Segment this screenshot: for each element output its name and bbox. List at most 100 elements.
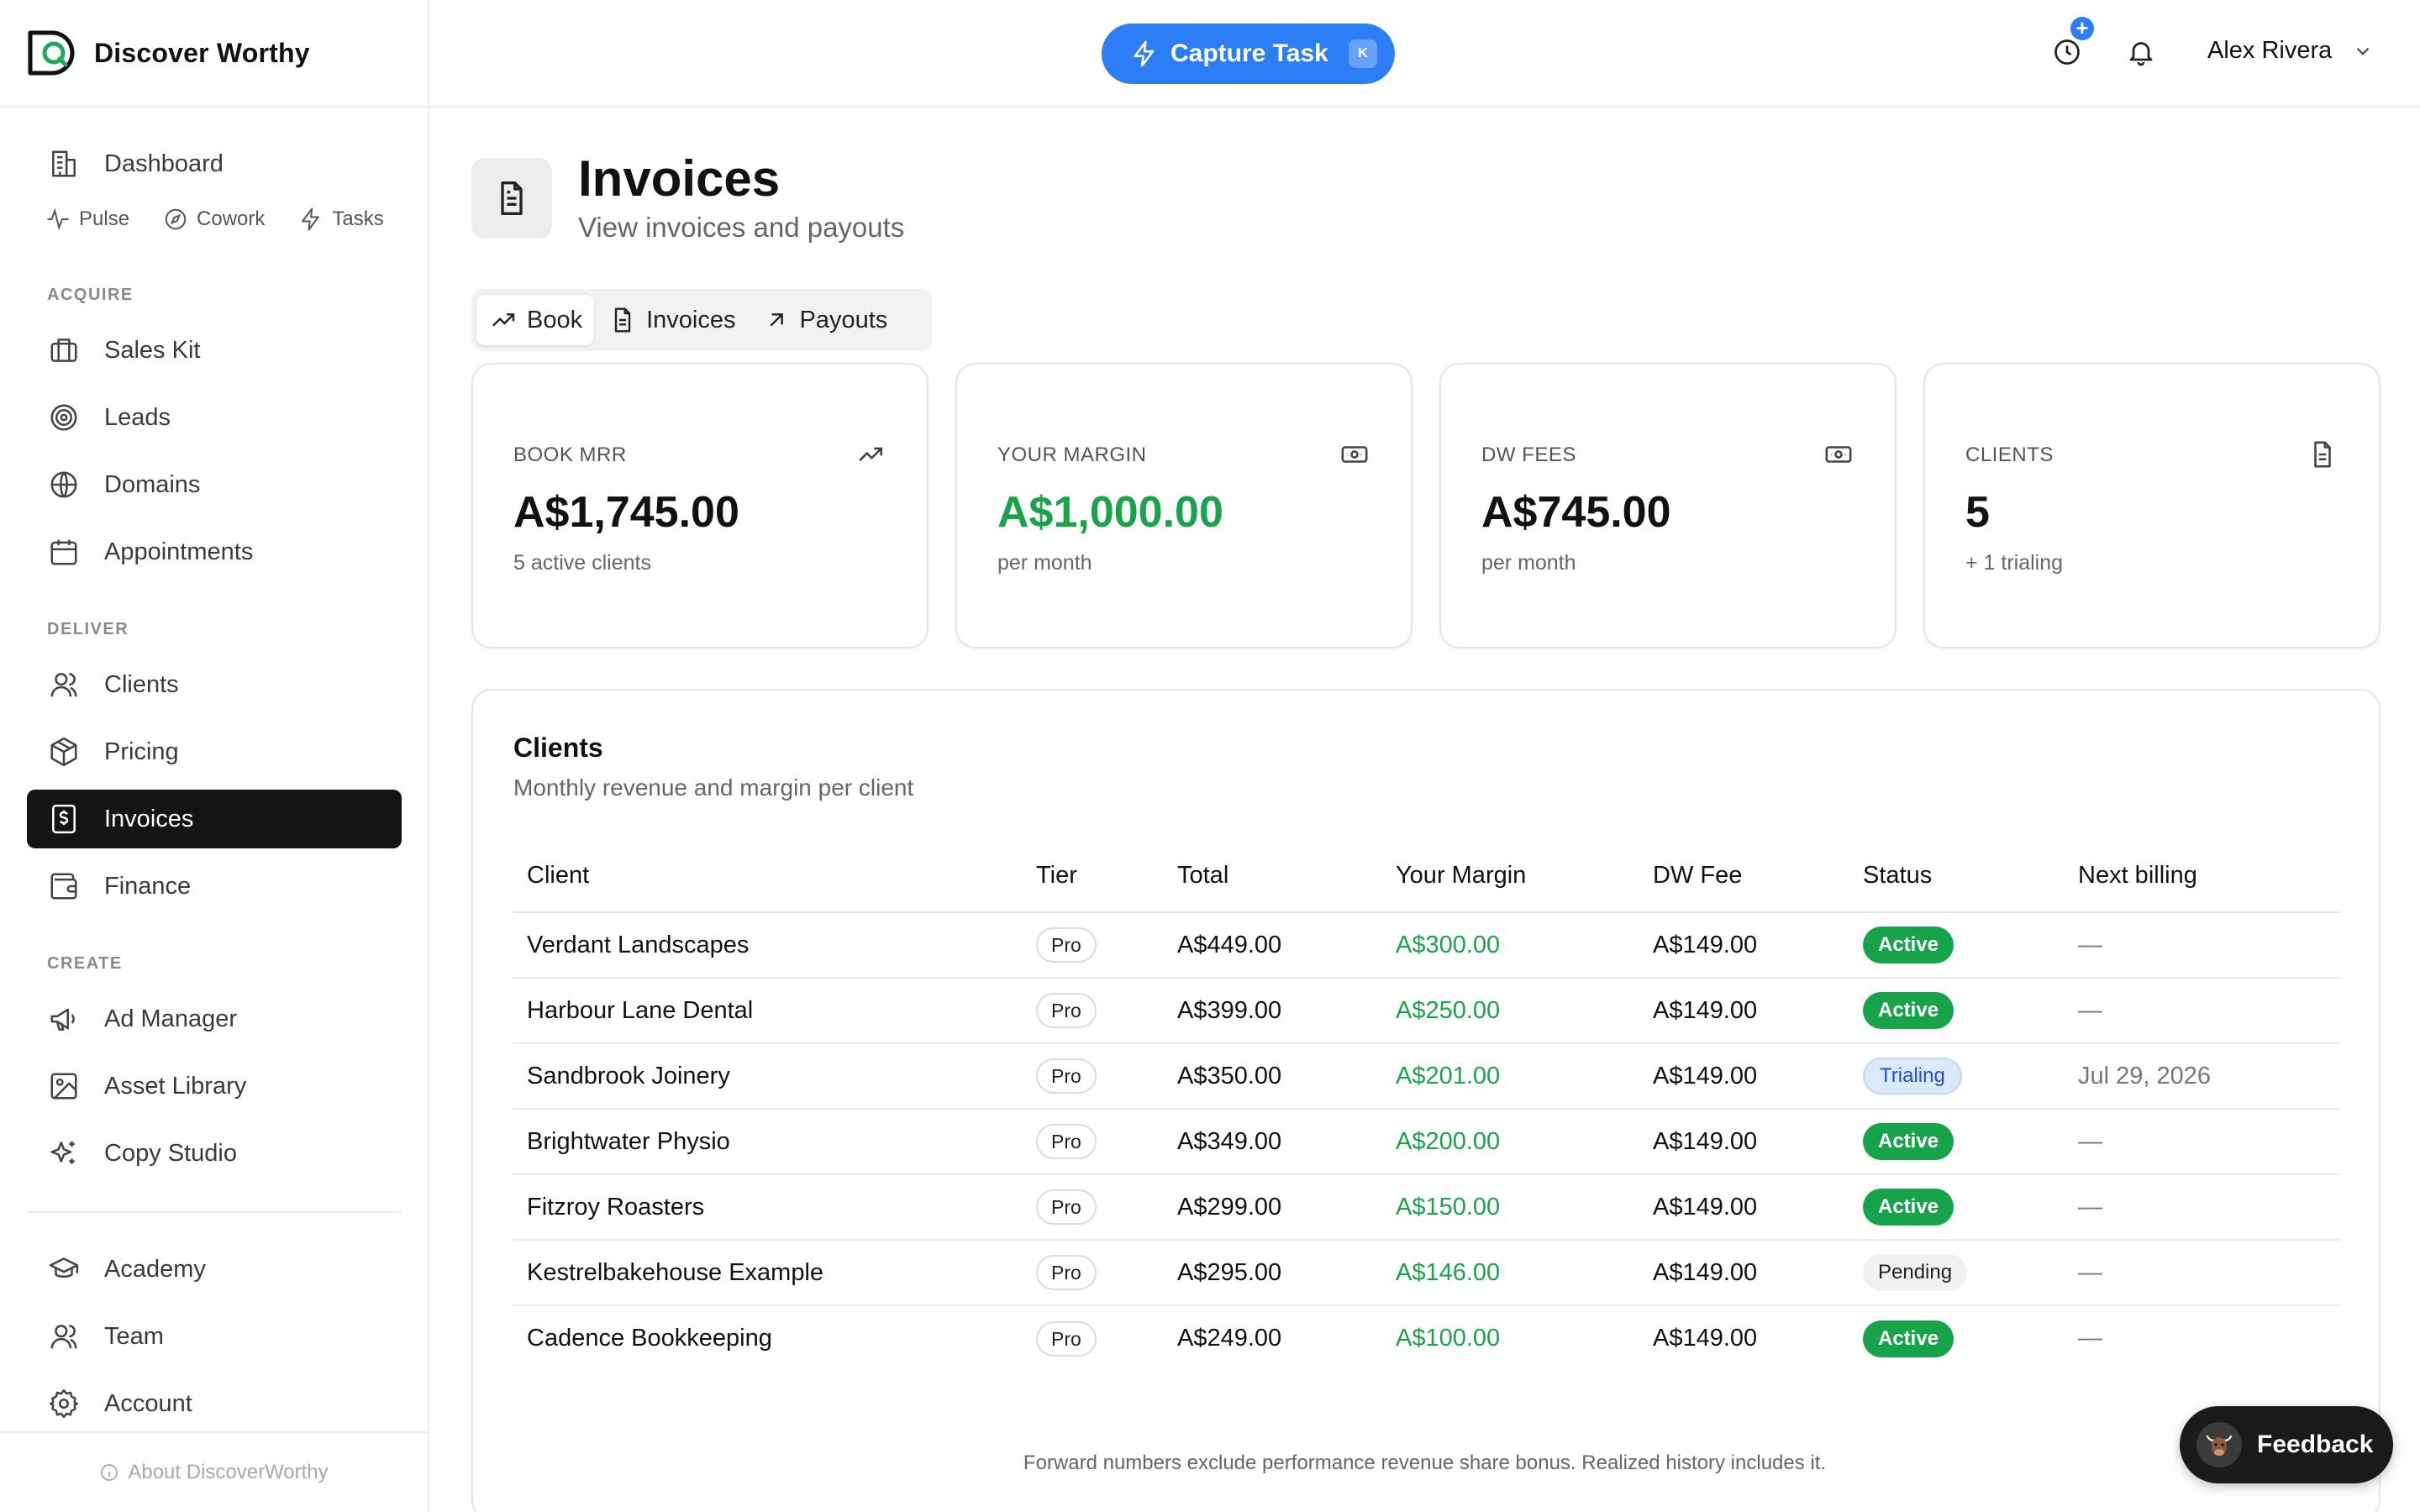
tab-payouts[interactable]: Payouts bbox=[750, 295, 900, 345]
total-cell: A$449.00 bbox=[1177, 912, 1396, 979]
sidebar-item-finance[interactable]: Finance bbox=[27, 857, 402, 916]
image-icon bbox=[47, 1069, 81, 1103]
stat-label: YOUR MARGIN bbox=[997, 444, 1147, 466]
clients-card-title: Clients bbox=[513, 732, 603, 763]
sidebar-item-appointments[interactable]: Appointments bbox=[27, 522, 402, 581]
tab-label: Book bbox=[527, 306, 583, 333]
quick-link-pulse[interactable]: Pulse bbox=[45, 207, 129, 232]
column-header-your-margin[interactable]: Your Margin bbox=[1396, 840, 1653, 913]
status-badge: Pending bbox=[1863, 1254, 1968, 1291]
section-label-create: CREATE bbox=[47, 954, 123, 973]
stat-card-your-margin: YOUR MARGIN A$1,000.00 per month bbox=[955, 363, 1413, 648]
tier-cell: Pro bbox=[1036, 1174, 1177, 1241]
tab-book[interactable]: Book bbox=[476, 295, 595, 345]
sidebar-item-copy-studio[interactable]: Copy Studio bbox=[27, 1124, 402, 1183]
quick-links: Pulse Cowork Tasks bbox=[45, 207, 418, 232]
stat-value: 5 bbox=[1965, 488, 1990, 537]
section-label-acquire: ACQUIRE bbox=[47, 286, 134, 304]
sidebar-item-ad-manager[interactable]: Ad Manager bbox=[27, 990, 402, 1048]
total-cell: A$295.00 bbox=[1177, 1240, 1396, 1306]
next-billing-cell: Jul 29, 2026 bbox=[2078, 1043, 2340, 1110]
column-header-client[interactable]: Client bbox=[513, 840, 1036, 913]
total-cell: A$299.00 bbox=[1177, 1174, 1396, 1241]
status-cell: Active bbox=[1863, 1305, 2078, 1371]
history-button[interactable]: + bbox=[2052, 17, 2094, 71]
column-header-total[interactable]: Total bbox=[1177, 840, 1396, 913]
plus-icon[interactable]: + bbox=[2070, 17, 2094, 40]
bell-icon bbox=[2129, 42, 2153, 66]
tab-invoices[interactable]: Invoices bbox=[596, 295, 747, 345]
avatar bbox=[2196, 1422, 2242, 1467]
footer-note: Forward numbers exclude performance reve… bbox=[1023, 1452, 1827, 1474]
stat-label: CLIENTS bbox=[1965, 444, 2054, 466]
feedback-button[interactable]: Feedback bbox=[2180, 1406, 2393, 1483]
sidebar-item-pricing[interactable]: Pricing bbox=[27, 722, 402, 781]
status-cell: Active bbox=[1863, 1174, 2078, 1241]
column-header-tier[interactable]: Tier bbox=[1036, 840, 1177, 913]
quick-link-label: Pulse bbox=[79, 207, 130, 230]
compass-icon bbox=[165, 208, 187, 230]
tier-badge: Pro bbox=[1036, 1320, 1097, 1357]
sidebar-item-domains[interactable]: Domains bbox=[27, 455, 402, 514]
total-cell: A$350.00 bbox=[1177, 1043, 1396, 1110]
column-header-next-billing[interactable]: Next billing bbox=[2078, 840, 2340, 913]
sidebar-item-invoices[interactable]: Invoices bbox=[27, 790, 402, 848]
quick-link-label: Cowork bbox=[197, 207, 266, 230]
sidebar-item-dashboard[interactable]: Dashboard bbox=[27, 134, 402, 193]
megaphone-icon bbox=[47, 1002, 81, 1036]
table-row[interactable]: Brightwater Physio Pro A$349.00 A$200.00… bbox=[513, 1109, 2340, 1175]
sidebar-item-label: Invoices bbox=[104, 805, 194, 832]
sidebar-divider bbox=[27, 1211, 402, 1213]
client-name: Verdant Landscapes bbox=[513, 912, 1036, 979]
fee-cell: A$149.00 bbox=[1653, 1043, 1863, 1110]
cash-icon bbox=[1340, 440, 1370, 470]
table-row[interactable]: Fitzroy Roasters Pro A$299.00 A$150.00 A… bbox=[513, 1174, 2340, 1241]
stat-card-dw-fees: DW FEES A$745.00 per month bbox=[1439, 363, 1897, 648]
status-cell: Active bbox=[1863, 978, 2078, 1044]
tier-cell: Pro bbox=[1036, 1305, 1177, 1371]
total-cell: A$349.00 bbox=[1177, 1109, 1396, 1175]
sidebar-item-account[interactable]: Account bbox=[27, 1374, 402, 1433]
table-row[interactable]: Sandbrook Joinery Pro A$350.00 A$201.00 … bbox=[513, 1043, 2340, 1110]
wallet-icon bbox=[47, 869, 81, 903]
fee-cell: A$149.00 bbox=[1653, 1174, 1863, 1241]
column-header-status[interactable]: Status bbox=[1863, 840, 2078, 913]
tier-cell: Pro bbox=[1036, 1109, 1177, 1175]
sidebar: Discover Worthy Dashboard Pulse Cowork T… bbox=[0, 0, 429, 1512]
clients-card-subtitle: Monthly revenue and margin per client bbox=[513, 774, 914, 801]
sidebar-item-team[interactable]: Team bbox=[27, 1307, 402, 1366]
stat-sub: + 1 trialing bbox=[1965, 551, 2064, 575]
stat-card-clients: CLIENTS 5 + 1 trialing bbox=[1923, 363, 2381, 648]
table-row[interactable]: Kestrelbakehouse Example Pro A$295.00 A$… bbox=[513, 1240, 2340, 1306]
notifications-button[interactable] bbox=[2126, 37, 2160, 71]
quick-link-cowork[interactable]: Cowork bbox=[163, 207, 265, 232]
fee-cell: A$149.00 bbox=[1653, 1109, 1863, 1175]
stat-sub: per month bbox=[997, 551, 1092, 575]
about-label: About DiscoverWorthy bbox=[128, 1461, 329, 1483]
about-link[interactable]: About DiscoverWorthy bbox=[0, 1431, 428, 1512]
status-badge: Trialing bbox=[1863, 1058, 1962, 1095]
sidebar-item-leads[interactable]: Leads bbox=[27, 388, 402, 447]
user-icon bbox=[47, 668, 81, 701]
user-menu[interactable]: Alex Rivera bbox=[2207, 37, 2374, 65]
page-icon bbox=[471, 158, 552, 239]
sidebar-item-asset-library[interactable]: Asset Library bbox=[27, 1057, 402, 1116]
table-row[interactable]: Verdant Landscapes Pro A$449.00 A$300.00… bbox=[513, 912, 2340, 979]
topbar: Capture Task K + Alex Rivera bbox=[429, 0, 2420, 108]
capture-task-button[interactable]: Capture Task K bbox=[1102, 24, 1395, 84]
main-content: Invoices View invoices and payouts Book … bbox=[429, 108, 2420, 1512]
table-row[interactable]: Harbour Lane Dental Pro A$399.00 A$250.0… bbox=[513, 978, 2340, 1044]
brand-name: Discover Worthy bbox=[94, 37, 310, 68]
quick-link-tasks[interactable]: Tasks bbox=[298, 207, 384, 232]
brand[interactable]: Discover Worthy bbox=[0, 0, 428, 108]
sidebar-item-clients[interactable]: Clients bbox=[27, 655, 402, 714]
bolt-icon bbox=[1134, 40, 1155, 67]
globe-icon bbox=[47, 468, 81, 501]
clients-card: Clients Monthly revenue and margin per c… bbox=[471, 689, 2381, 1512]
client-name: Fitzroy Roasters bbox=[513, 1174, 1036, 1241]
table-row[interactable]: Cadence Bookkeeping Pro A$249.00 A$100.0… bbox=[513, 1305, 2340, 1371]
sidebar-item-academy[interactable]: Academy bbox=[27, 1240, 402, 1299]
target-icon bbox=[47, 401, 81, 434]
column-header-dw-fee[interactable]: DW Fee bbox=[1653, 840, 1863, 913]
sidebar-item-sales-kit[interactable]: Sales Kit bbox=[27, 321, 402, 380]
